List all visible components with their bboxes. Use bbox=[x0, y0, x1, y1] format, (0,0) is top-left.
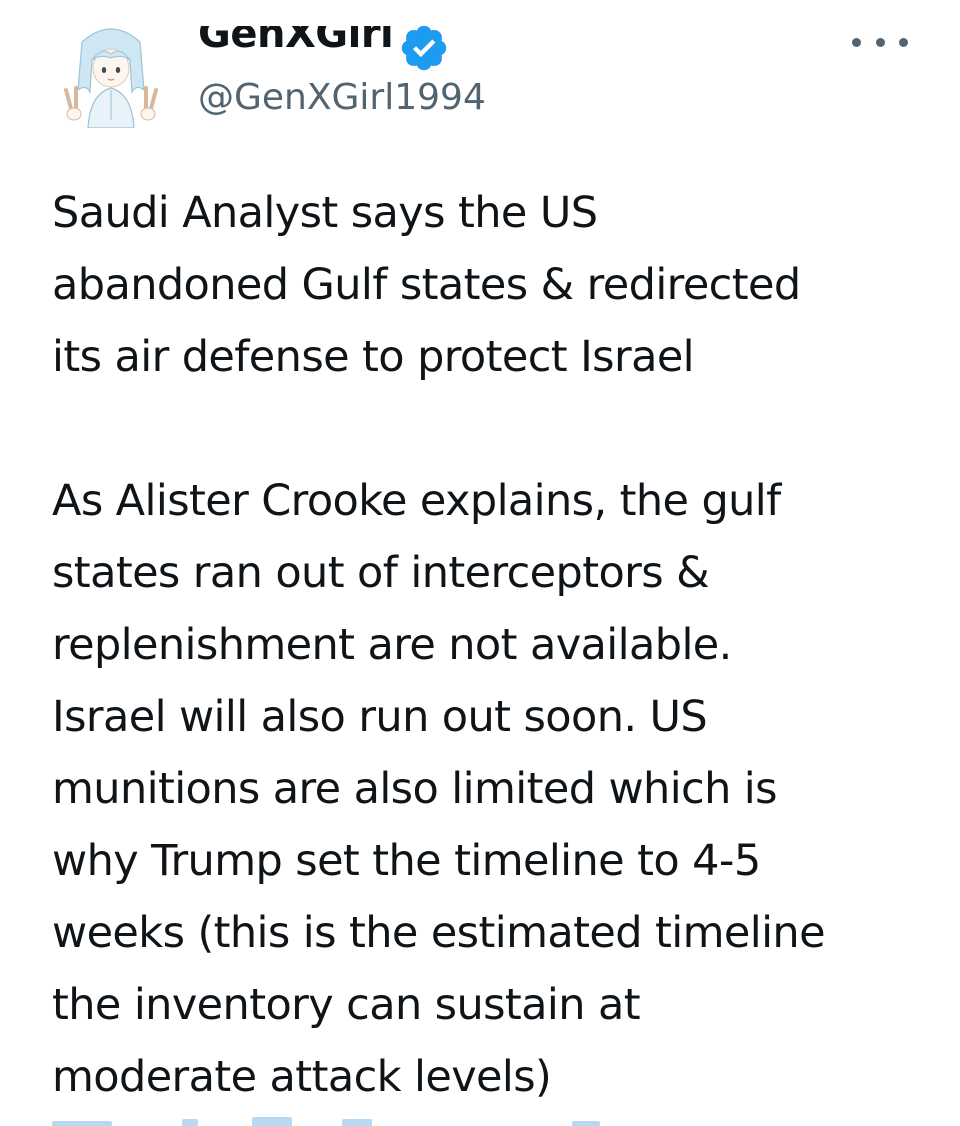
author-handle[interactable]: @GenXGirl1994 bbox=[198, 80, 486, 116]
tweet-line: abandoned Gulf states & redirected bbox=[52, 260, 801, 310]
truncated-next-line bbox=[52, 1112, 612, 1126]
tweet-line: states ran out of interceptors & bbox=[52, 548, 710, 598]
tweet-line: the inventory can sustain at bbox=[52, 980, 641, 1030]
more-horizontal-icon[interactable] bbox=[852, 28, 908, 56]
more-dot bbox=[899, 37, 908, 47]
tweet-line: replenishment are not available. bbox=[52, 620, 732, 670]
avatar[interactable] bbox=[52, 20, 170, 128]
tweet-line: As Alister Crooke explains, the gulf bbox=[52, 476, 781, 526]
tweet-line: munitions are also limited which is bbox=[52, 764, 778, 814]
more-dot bbox=[852, 37, 861, 47]
verified-badge-icon bbox=[398, 22, 450, 74]
tweet-text: Saudi Analyst says the US abandoned Gulf… bbox=[52, 177, 922, 1113]
tweet-line: weeks (this is the estimated timeline bbox=[52, 908, 826, 958]
author-display-name[interactable]: GenXGirl bbox=[198, 26, 393, 54]
anime-girl-peace-sign-avatar-icon bbox=[64, 28, 158, 128]
tweet-line: moderate attack levels) bbox=[52, 1052, 552, 1102]
tweet-line: its air defense to protect Israel bbox=[52, 332, 695, 382]
tweet-line: why Trump set the timeline to 4-5 bbox=[52, 836, 761, 886]
tweet-line: Israel will also run out soon. US bbox=[52, 692, 708, 742]
more-dot bbox=[875, 37, 885, 47]
tweet-line: Saudi Analyst says the US bbox=[52, 188, 598, 238]
